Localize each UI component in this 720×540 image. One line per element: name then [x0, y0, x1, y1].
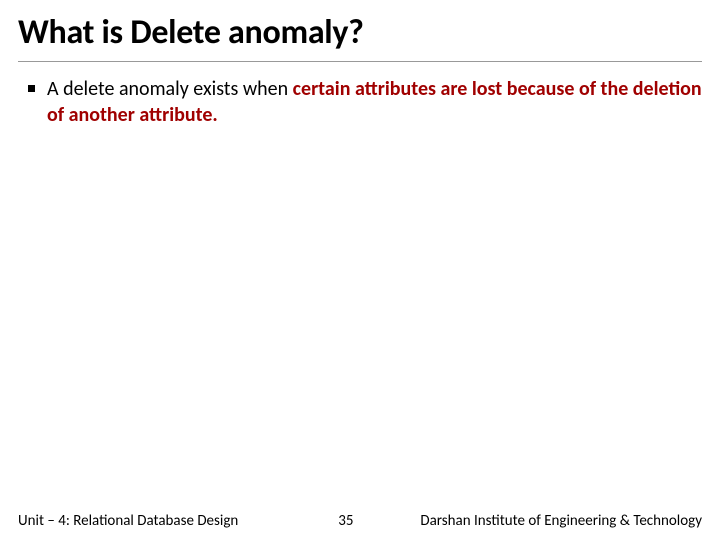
slide: What is Delete anomaly? A delete anomaly… [0, 0, 720, 540]
footer: Unit – 4: Relational Database Design 35 … [0, 504, 720, 540]
content-area: A delete anomaly exists when certain att… [18, 62, 702, 128]
bullet-prefix: A delete anomaly exists when [47, 77, 293, 101]
footer-page-number: 35 [238, 512, 413, 530]
bullet-item: A delete anomaly exists when certain att… [28, 76, 702, 128]
footer-unit: Unit – 4: Relational Database Design [18, 512, 238, 530]
footer-institution: Darshan Institute of Engineering & Techn… [413, 512, 702, 530]
bullet-marker-icon [28, 85, 35, 92]
bullet-text: A delete anomaly exists when certain att… [47, 76, 702, 128]
page-title: What is Delete anomaly? [18, 10, 702, 62]
